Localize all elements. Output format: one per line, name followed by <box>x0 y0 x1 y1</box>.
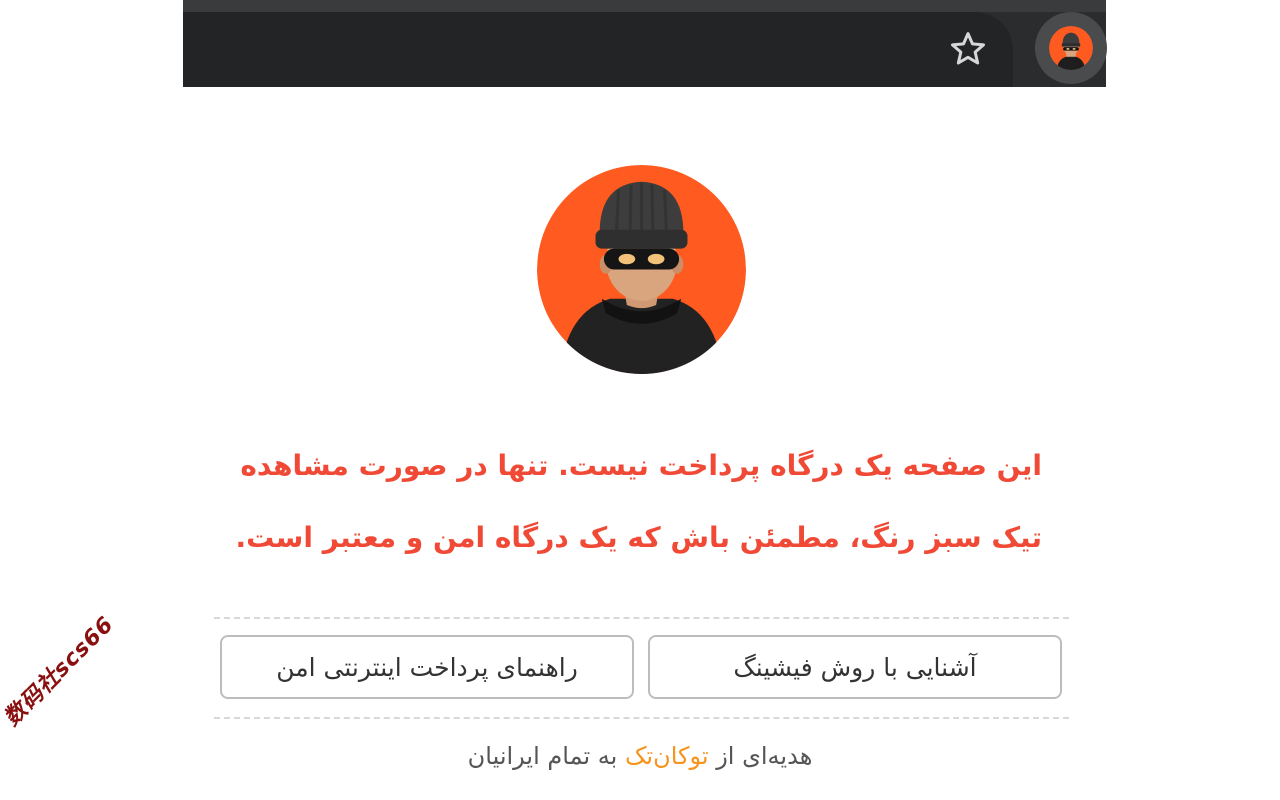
footer-prefix: هدیه‌ای از <box>716 742 813 770</box>
address-bar[interactable] <box>183 12 1013 87</box>
footer-suffix: به تمام ایرانیان <box>467 742 618 770</box>
warning-line-1: این صفحه یک درگاه پرداخت نیست. تنها در ص… <box>240 449 1042 482</box>
divider-bottom <box>214 717 1069 719</box>
secure-payment-guide-button[interactable]: راهنمای پرداخت اینترنتی امن <box>220 635 634 699</box>
tab-strip <box>183 0 1106 12</box>
browser-toolbar <box>183 0 1107 87</box>
footer-brand-link[interactable]: توکان‌تک <box>625 742 709 770</box>
thief-avatar-image <box>537 165 746 374</box>
extension-avatar-button[interactable] <box>1035 12 1107 84</box>
divider-top <box>214 617 1069 619</box>
phishing-info-button[interactable]: آشنایی با روش فیشینگ <box>648 635 1062 699</box>
footer-credit: هدیه‌ای از توکان‌تک به تمام ایرانیان <box>380 742 900 770</box>
warning-line-2: تیک سبز رنگ، مطمئن باش که یک درگاه امن و… <box>235 521 1042 554</box>
watermark: 数码社scs66 <box>0 611 120 732</box>
thief-avatar-icon <box>1049 26 1093 70</box>
phishing-warning-text: این صفحه یک درگاه پرداخت نیست. تنها در ص… <box>220 430 1042 574</box>
bookmark-star-icon[interactable] <box>943 26 993 72</box>
phishing-info-label: آشنایی با روش فیشینگ <box>733 652 977 682</box>
secure-payment-guide-label: راهنمای پرداخت اینترنتی امن <box>276 652 578 682</box>
